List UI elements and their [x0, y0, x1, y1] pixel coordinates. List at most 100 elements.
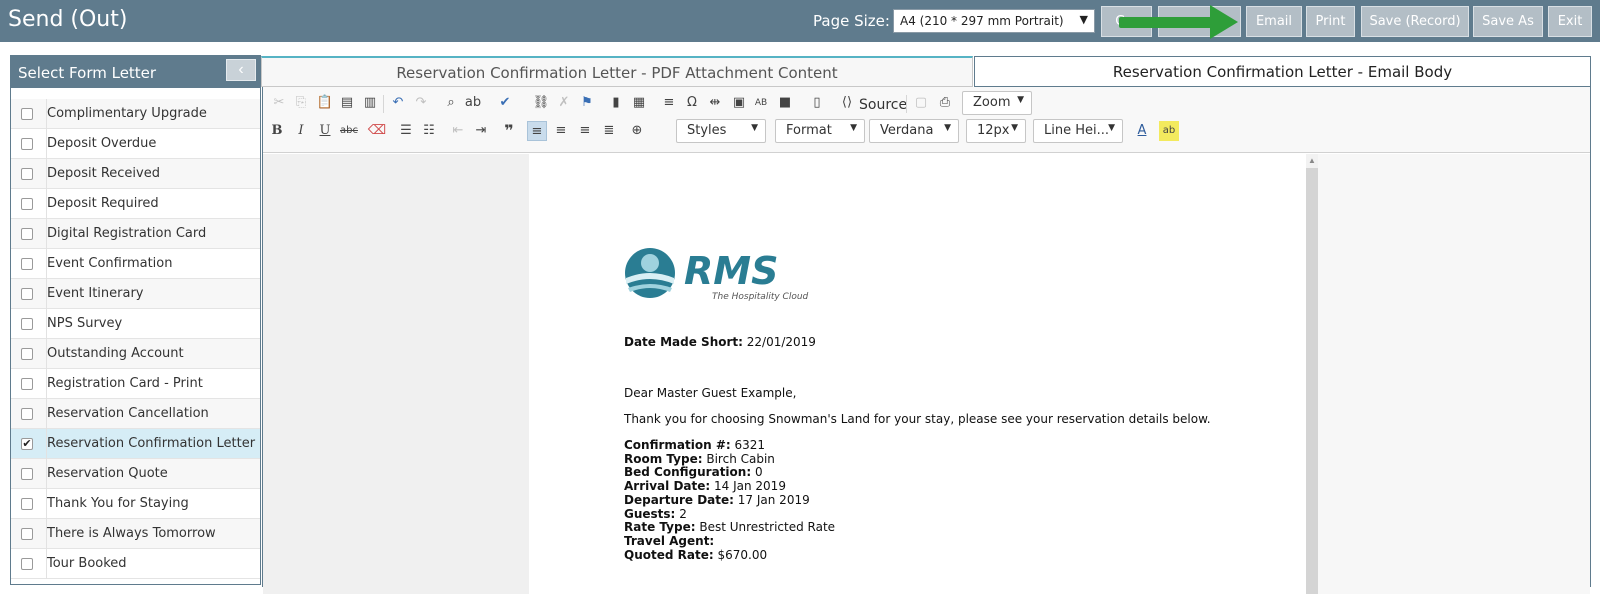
form-letter-item[interactable]: Complimentary Upgrade — [11, 99, 260, 129]
form-letter-item[interactable]: Reservation Cancellation — [11, 399, 260, 429]
justify-icon[interactable]: ≣ — [599, 121, 619, 141]
email-button[interactable]: Email — [1246, 6, 1302, 37]
styles-dropdown[interactable]: Styles ▼ — [676, 119, 766, 143]
form-letter-checkbox[interactable] — [21, 348, 33, 360]
align-center-icon[interactable]: ≡ — [551, 121, 571, 141]
checkbox-cell — [11, 189, 47, 219]
source-button-label[interactable]: Source — [859, 97, 907, 113]
form-letter-checkbox[interactable] — [21, 378, 33, 390]
form-letter-item[interactable]: ✔ Reservation Confirmation Letter — [11, 429, 260, 459]
horizontal-rule-icon[interactable]: ≡ — [659, 93, 679, 113]
numbered-list-icon[interactable]: ☰ — [396, 121, 416, 141]
form-letter-checkbox[interactable] — [21, 288, 33, 300]
anchor-flag-icon[interactable]: ⚑ — [577, 93, 597, 113]
font-size-dropdown[interactable]: 12px ▼ — [966, 119, 1026, 143]
paste-text-icon[interactable]: ▤ — [337, 93, 357, 113]
form-letter-checkbox[interactable] — [21, 198, 33, 210]
image-icon[interactable]: ▣ — [729, 93, 749, 113]
form-letter-list: Complimentary Upgrade Deposit Overdue Depo… — [11, 99, 260, 579]
form-letter-checkbox[interactable] — [21, 408, 33, 420]
form-letter-item[interactable]: Outstanding Account — [11, 339, 260, 369]
form-letter-checkbox[interactable] — [21, 498, 33, 510]
vertical-scrollbar[interactable]: ▲ — [1306, 154, 1318, 594]
form-letter-checkbox[interactable] — [21, 528, 33, 540]
form-letter-item[interactable]: Reservation Quote — [11, 459, 260, 489]
exit-button[interactable]: Exit — [1548, 6, 1592, 37]
abbreviation-icon[interactable]: AB — [751, 93, 771, 113]
bulleted-list-icon[interactable]: ☷ — [419, 121, 439, 141]
form-letter-item[interactable]: Deposit Required — [11, 189, 260, 219]
blockquote-icon[interactable]: ❞ — [499, 121, 519, 141]
form-letter-checkbox[interactable] — [21, 318, 33, 330]
bold-icon[interactable]: B — [267, 121, 287, 141]
form-letter-item[interactable]: Digital Registration Card — [11, 219, 260, 249]
form-letter-checkbox[interactable] — [21, 228, 33, 240]
special-char-icon[interactable]: Ω — [682, 93, 702, 113]
detail-value: Best Unrestricted Rate — [699, 520, 836, 535]
form-letter-checkbox[interactable] — [21, 108, 33, 120]
save-as-button[interactable]: Save As — [1473, 6, 1543, 37]
highlight-color-icon[interactable]: ab — [1159, 121, 1179, 141]
tab-pdf-attachment-content[interactable]: Reservation Confirmation Letter - PDF At… — [261, 56, 973, 87]
underline-icon[interactable]: U — [315, 121, 335, 141]
language-icon[interactable]: ⊕ — [627, 121, 647, 141]
print-icon[interactable]: ⎙ — [935, 93, 955, 113]
form-letter-checkbox[interactable] — [21, 558, 33, 570]
form-letter-item[interactable]: Deposit Received — [11, 159, 260, 189]
tab-email-body[interactable]: Reservation Confirmation Letter - Email … — [974, 56, 1591, 87]
source-icon[interactable]: ⟨⟩ — [837, 93, 857, 113]
cut-icon[interactable]: ✂ — [269, 93, 289, 113]
document-page[interactable]: RMS The Hospitality Cloud Date Made Shor… — [529, 154, 1306, 594]
form-letter-checkbox[interactable] — [21, 138, 33, 150]
redo-icon[interactable]: ↷ — [411, 93, 431, 113]
link-icon[interactable]: ⛓ — [531, 93, 551, 113]
find-icon[interactable]: ⌕ — [441, 93, 461, 113]
text-color-icon[interactable]: A — [1132, 121, 1152, 141]
form-letter-item[interactable]: Tour Booked — [11, 549, 260, 579]
form-letter-item[interactable]: Event Itinerary — [11, 279, 260, 309]
page-break-icon[interactable]: ⇹ — [705, 93, 725, 113]
scroll-up-icon[interactable]: ▲ — [1306, 154, 1318, 168]
page-size-value: A4 (210 * 297 mm Portrait) — [900, 14, 1064, 28]
iframe-icon[interactable]: ▯ — [807, 93, 827, 113]
unlink-icon[interactable]: ✗ — [554, 93, 574, 113]
copy-icon[interactable]: ⎘ — [291, 93, 311, 113]
align-left-icon[interactable]: ≡ — [527, 121, 547, 141]
form-letter-item[interactable]: NPS Survey — [11, 309, 260, 339]
form-letter-item[interactable]: Thank You for Staying — [11, 489, 260, 519]
spellcheck-icon[interactable]: ✔ — [495, 93, 515, 113]
chevron-down-icon: ▼ — [751, 123, 758, 133]
form-letter-item[interactable]: Event Confirmation — [11, 249, 260, 279]
print-button[interactable]: Print — [1306, 6, 1355, 37]
paste-word-icon[interactable]: ▥ — [360, 93, 380, 113]
save-record-button[interactable]: Save (Record) — [1361, 6, 1469, 37]
chart-icon[interactable]: ▮ — [606, 93, 626, 113]
replace-icon[interactable]: ab — [463, 93, 483, 113]
page-size-select[interactable]: A4 (210 * 297 mm Portrait) ▼ — [893, 9, 1095, 33]
chevron-left-icon[interactable]: ‹ — [226, 59, 256, 81]
undo-icon[interactable]: ↶ — [388, 93, 408, 113]
zoom-dropdown[interactable]: Zoom ▼ — [962, 91, 1032, 115]
form-letter-checkbox[interactable] — [21, 168, 33, 180]
strikethrough-icon[interactable]: abc — [339, 121, 359, 141]
form-letter-item[interactable]: Deposit Overdue — [11, 129, 260, 159]
remove-format-icon[interactable]: ⌫ — [367, 121, 387, 141]
outdent-icon[interactable]: ⇤ — [448, 121, 468, 141]
line-height-label: Line Hei... — [1044, 123, 1110, 138]
form-letter-item[interactable]: There is Always Tomorrow — [11, 519, 260, 549]
indent-icon[interactable]: ⇥ — [471, 121, 491, 141]
form-letter-checkbox[interactable] — [21, 258, 33, 270]
paste-icon[interactable]: 📋 — [315, 93, 335, 113]
align-right-icon[interactable]: ≡ — [575, 121, 595, 141]
form-letter-checkbox[interactable]: ✔ — [21, 438, 33, 450]
line-height-dropdown[interactable]: Line Hei... ▼ — [1033, 119, 1123, 143]
form-letter-checkbox[interactable] — [21, 468, 33, 480]
form-letter-item[interactable]: Registration Card - Print — [11, 369, 260, 399]
format-dropdown[interactable]: Format ▼ — [775, 119, 865, 143]
font-family-dropdown[interactable]: Verdana ▼ — [869, 119, 959, 143]
templates-icon[interactable]: ▢ — [911, 93, 931, 113]
detail-line: Confirmation #: 6321 — [624, 438, 765, 452]
picture-icon[interactable]: ■ — [775, 93, 795, 113]
table-icon[interactable]: ▦ — [629, 93, 649, 113]
italic-icon[interactable]: I — [291, 121, 311, 141]
